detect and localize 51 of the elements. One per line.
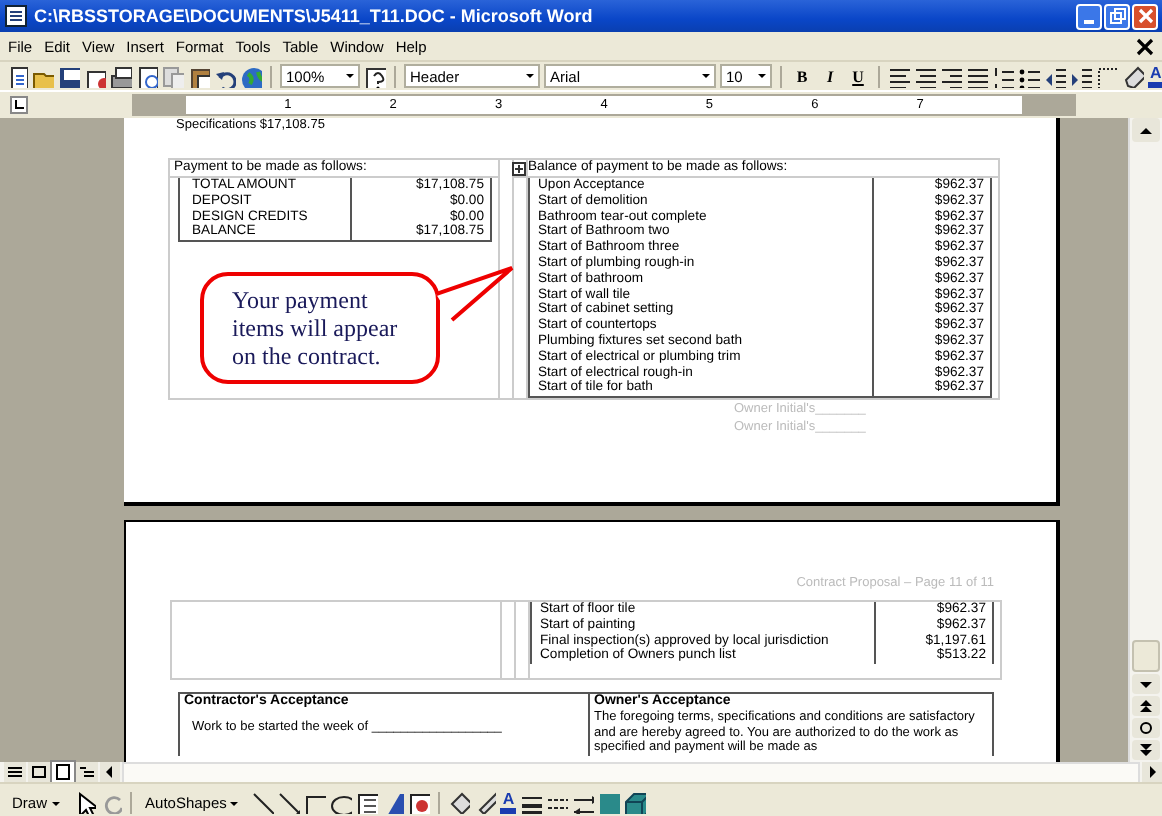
outline-view-icon[interactable] (76, 762, 98, 782)
web-layout-icon[interactable] (28, 762, 50, 782)
arrow-icon[interactable] (278, 792, 301, 814)
help-icon[interactable] (364, 65, 386, 87)
close-document-icon[interactable] (1136, 37, 1154, 55)
bullets-icon[interactable] (1018, 65, 1040, 87)
close-button[interactable] (1132, 3, 1158, 29)
arrow-style-icon[interactable] (572, 792, 595, 814)
restore-button[interactable] (1104, 3, 1130, 29)
format-button[interactable]: I (818, 64, 842, 88)
print-layout-icon[interactable] (52, 762, 74, 782)
tab-selector-icon[interactable] (10, 96, 28, 114)
increase-indent-icon[interactable] (1070, 65, 1092, 87)
scroll-left-icon[interactable] (100, 762, 120, 782)
format-button[interactable]: B (790, 64, 814, 88)
print-preview-icon[interactable] (136, 65, 158, 87)
paste-icon[interactable] (188, 65, 210, 87)
scroll-up-icon[interactable] (1132, 118, 1160, 142)
previous-page-icon[interactable] (1132, 696, 1160, 716)
scroll-right-icon[interactable] (1142, 762, 1162, 782)
text-box-icon[interactable] (356, 792, 379, 814)
font-color-button[interactable]: A (500, 792, 517, 814)
table-move-handle-icon[interactable] (512, 161, 526, 175)
align-center-icon[interactable] (914, 65, 936, 87)
decrease-indent-icon[interactable] (1044, 65, 1066, 87)
globe-icon[interactable] (240, 65, 262, 87)
scroll-down-icon[interactable] (1132, 674, 1160, 694)
align-left-icon[interactable] (888, 65, 910, 87)
callout-bubble: Your payment items will appear on the contract. (200, 272, 440, 384)
format-button[interactable]: U (846, 64, 870, 88)
normal-view-icon[interactable] (4, 762, 26, 782)
3d-box-icon[interactable] (624, 792, 647, 814)
scroll-thumb[interactable] (1132, 640, 1160, 672)
restore-icon (1109, 8, 1125, 24)
document-icon (4, 4, 28, 28)
justify-icon[interactable] (966, 65, 988, 87)
callout-tail (436, 266, 516, 326)
line-icon[interactable] (252, 792, 275, 814)
save-icon[interactable] (58, 65, 80, 87)
browse-object-icon[interactable] (1132, 718, 1160, 738)
window-title: C:\RBSSTORAGE\DOCUMENTS\J5411_T11.DOC - Microsoft Word (34, 6, 595, 26)
new-document-icon[interactable] (6, 65, 28, 87)
font-color-button[interactable]: A (1148, 65, 1162, 87)
close-icon (1137, 8, 1153, 24)
next-page-icon[interactable] (1132, 740, 1160, 760)
diagram-icon[interactable] (408, 792, 431, 814)
minimize-button[interactable] (1076, 3, 1102, 29)
line-style-icon[interactable] (520, 792, 543, 814)
align-right-icon[interactable] (940, 65, 962, 87)
select-pointer-icon[interactable] (73, 792, 96, 814)
numbering-icon[interactable] (992, 65, 1014, 87)
